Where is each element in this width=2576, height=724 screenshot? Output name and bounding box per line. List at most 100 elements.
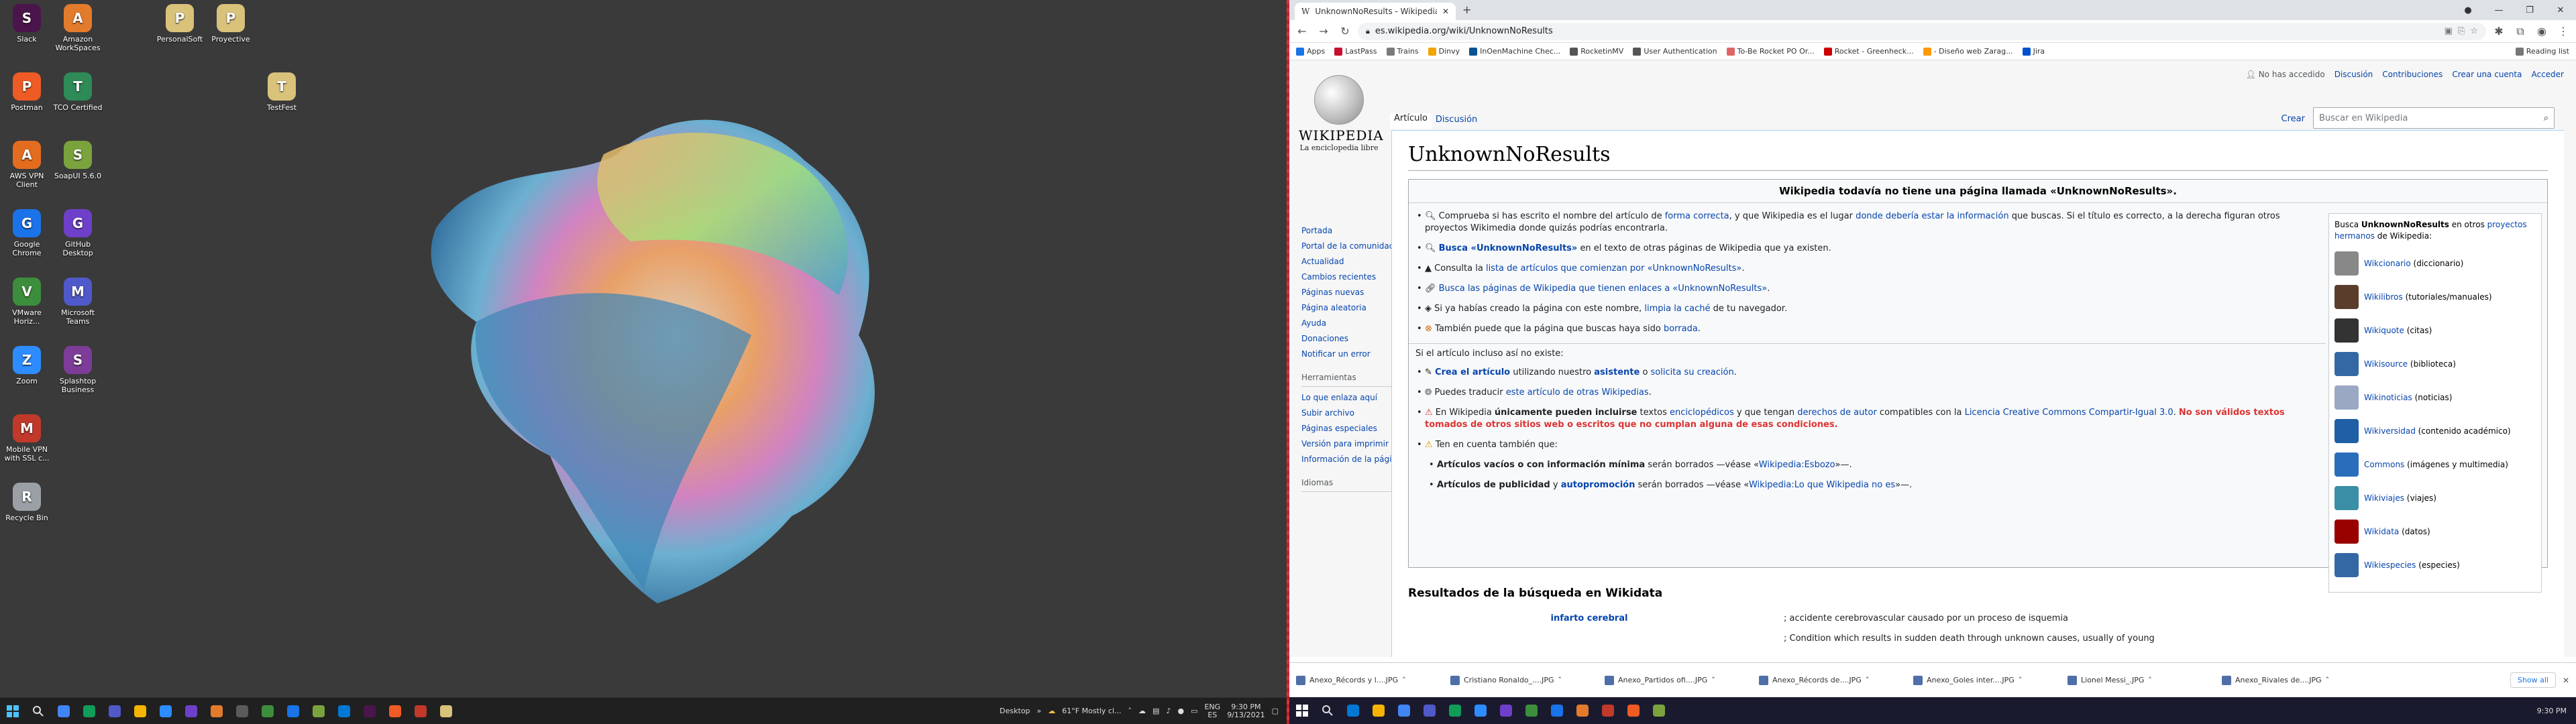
taskbar-app-button[interactable] <box>78 700 101 723</box>
forward-icon[interactable]: → <box>1315 23 1332 40</box>
desktop-icon[interactable]: M Mobile VPN with SSL c... <box>1 414 52 463</box>
desktop-icon[interactable]: P Proyective <box>205 4 256 44</box>
chevron-up-icon[interactable]: ˄ <box>1866 676 1870 684</box>
show-all-button[interactable]: Show all <box>2510 672 2556 688</box>
chevron-up-icon[interactable]: ˄ <box>1128 707 1132 715</box>
chevron-up-icon[interactable]: ˄ <box>1558 676 1562 684</box>
taskbar-app-button[interactable] <box>1571 699 1594 722</box>
sister-project-link[interactable]: Wikcionario <box>2364 259 2411 268</box>
weather-text[interactable]: 61°F Mostly cl... <box>1062 707 1121 715</box>
desktop-icon[interactable]: T TestFest <box>256 72 307 112</box>
microphone-icon[interactable]: ● <box>1177 707 1184 715</box>
weather-icon[interactable]: ☁ <box>1048 707 1055 715</box>
download-item[interactable]: Anexo_Récords de....JPG ˄ <box>1759 675 1907 685</box>
create-account-link[interactable]: Crear una cuenta <box>2452 70 2522 79</box>
taskbar-app-button[interactable] <box>435 700 458 723</box>
taskbar-app-button[interactable] <box>1648 699 1670 722</box>
clock[interactable]: 9:30 PM <box>2537 707 2567 715</box>
sister-project-link[interactable]: Wikiversidad <box>2364 426 2416 436</box>
taskbar-app-button[interactable] <box>282 700 305 723</box>
tab-discussion[interactable]: Discusión <box>1432 115 1481 129</box>
copyright-link[interactable]: derechos de autor <box>1797 408 1877 418</box>
tab-article[interactable]: Artículo <box>1390 113 1432 129</box>
download-item[interactable]: Anexo_Goles inter....JPG ˄ <box>1913 675 2061 685</box>
reload-icon[interactable]: ↻ <box>1336 23 1354 40</box>
desktop-icon[interactable]: G Google Chrome <box>1 209 52 257</box>
taskbar-app-button[interactable] <box>384 700 407 723</box>
login-link[interactable]: Acceder <box>2531 70 2564 79</box>
taskbar-app-button[interactable] <box>1495 699 1517 722</box>
bookmark-item[interactable]: Jira <box>2022 47 2045 56</box>
bookmark-item[interactable]: User Authentication <box>1633 47 1717 56</box>
encyclopedic-link[interactable]: enciclopédicos <box>1670 408 1734 418</box>
what-wikipedia-is-not-link[interactable]: Wikipedia:Lo que Wikipedia no es <box>1749 480 1895 490</box>
start-button[interactable] <box>1291 699 1313 722</box>
taskbar-app-button[interactable] <box>1418 699 1441 722</box>
wikidata-result-link[interactable]: infarto cerebral <box>1408 613 1770 623</box>
wikipedia-logo[interactable]: WIKIPEDIA La enciclopedia libre <box>1299 75 1383 152</box>
taskbar-app-button[interactable] <box>256 700 279 723</box>
download-item[interactable]: Cristiano Ronaldo_....JPG ˄ <box>1450 675 1598 685</box>
prefix-list-link[interactable]: lista de artículos que comienzan por «Un… <box>1486 263 1741 274</box>
deleted-link[interactable]: borrada <box>1664 324 1698 334</box>
taskbar-app-button[interactable] <box>409 700 432 723</box>
reading-list[interactable]: Reading list <box>2515 47 2569 56</box>
search-icon[interactable] <box>1316 699 1339 722</box>
desktop-icon[interactable]: M Microsoft Teams <box>52 278 103 326</box>
taskbar-app-button[interactable] <box>1444 699 1466 722</box>
sister-project-link[interactable]: Wikiviajes <box>2364 493 2404 503</box>
volume-icon[interactable]: ♪ <box>1166 707 1171 715</box>
bookmark-item[interactable]: Rocket - Greenheck... <box>1823 47 1914 56</box>
bookmark-item[interactable]: LastPass <box>1334 47 1377 56</box>
create-article-link[interactable]: Crea el artículo <box>1435 367 1510 377</box>
desktop-icon[interactable]: A Amazon WorkSpaces <box>52 4 103 52</box>
request-creation-link[interactable]: solicita su creación <box>1651 367 1734 377</box>
desktop-icon[interactable]: A AWS VPN Client <box>1 141 52 189</box>
profile-icon[interactable]: ● <box>2453 0 2483 20</box>
extensions-puzzle-icon[interactable]: ⧉ <box>2512 23 2529 40</box>
address-bar[interactable]: 🔒︎ es.wikipedia.org/wiki/UnknownNoResult… <box>1358 22 2486 40</box>
minimize-icon[interactable]: — <box>2483 0 2514 20</box>
sister-project-link[interactable]: Commons <box>2364 460 2404 469</box>
taskbar-app-button[interactable] <box>307 700 330 723</box>
restore-icon[interactable]: ❐ <box>2514 0 2545 20</box>
translate-link[interactable]: este artículo de otras Wikipedias <box>1506 387 1649 398</box>
taskbar-app-button[interactable] <box>231 700 254 723</box>
chevron-up-icon[interactable]: ˄ <box>2326 676 2330 684</box>
taskbar-app-button[interactable] <box>129 700 152 723</box>
self-promotion-link[interactable]: autopromoción <box>1561 480 1635 490</box>
extension-icon[interactable]: ✱ <box>2490 23 2508 40</box>
desktop-icon[interactable]: R Recycle Bin <box>1 483 52 522</box>
clock[interactable]: 9:30 PM 9/13/2021 <box>1227 703 1265 719</box>
search-icon[interactable]: ⌕ <box>2544 113 2548 123</box>
close-tab-icon[interactable]: ✕ <box>1442 7 1449 16</box>
battery-icon[interactable]: ▭ <box>1191 707 1197 715</box>
close-downloads-icon[interactable]: ✕ <box>2563 676 2569 685</box>
desktop-icon[interactable]: P PersonalSoft <box>154 4 205 44</box>
create-button[interactable]: Crear <box>2282 114 2305 124</box>
desktop-icon[interactable]: G GitHub Desktop <box>52 209 103 257</box>
taskbar-app-button[interactable] <box>180 700 203 723</box>
purge-cache-link[interactable]: limpia la caché <box>1644 304 1710 314</box>
search-input[interactable]: Buscar en Wikipedia ⌕ <box>2313 107 2555 129</box>
taskbar-app-button[interactable] <box>205 700 228 723</box>
language-indicator[interactable]: ENG ES <box>1204 703 1220 719</box>
avatar-icon[interactable]: ◉ <box>2533 23 2551 40</box>
desktop-label[interactable]: Desktop <box>1000 707 1030 715</box>
sister-project-link[interactable]: Wikiespecies <box>2364 560 2416 570</box>
bookmark-item[interactable]: Dinvy <box>1428 47 1460 56</box>
chevron-up-icon[interactable]: ˄ <box>2148 676 2152 684</box>
taskbar-app-button[interactable] <box>358 700 381 723</box>
sister-project-link[interactable]: Wikilibros <box>2364 292 2403 302</box>
start-button[interactable] <box>1 700 24 723</box>
download-item[interactable]: Lionel Messi_.JPG ˄ <box>2068 675 2215 685</box>
chevron-up-icon[interactable]: ˄ <box>1711 676 1715 684</box>
back-icon[interactable]: ← <box>1293 23 1311 40</box>
license-link[interactable]: Licencia Creative Commons Compartir-Igua… <box>1965 408 2174 418</box>
desktop-icon[interactable]: S Slack <box>1 4 52 44</box>
desktop-icon[interactable]: V VMware Horiz... <box>1 278 52 326</box>
desktop-icon[interactable]: S Splashtop Business <box>52 346 103 394</box>
taskbar-app-button[interactable] <box>333 700 356 723</box>
bookmark-item[interactable]: InOenMachine Chec... <box>1469 47 1560 56</box>
chevron-up-icon[interactable]: ˄ <box>1402 676 1406 684</box>
